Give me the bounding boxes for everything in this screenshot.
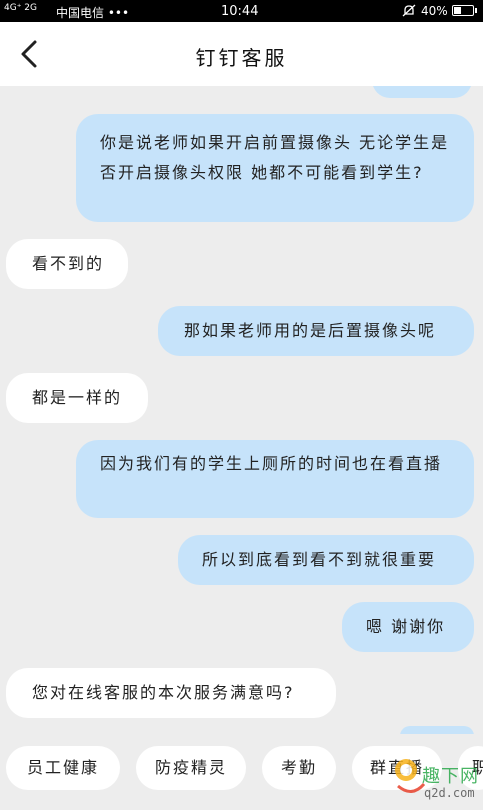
message-bubble-partial [400,726,474,734]
quick-reply-attendance[interactable]: 考勤 [262,746,336,790]
battery-icon [452,5,477,16]
message-bubble-user[interactable]: 因为我们有的学生上厕所的时间也在看直播 [76,440,474,518]
page-title: 钉钉客服 [195,46,288,70]
message-bubble-agent[interactable]: 看不到的 [6,239,128,289]
chat-thread[interactable]: 你是说老师如果开启前置摄像头 无论学生是否开启摄像头权限 她都不可能看到学生? … [0,86,483,734]
title-bar: 钉钉客服 [0,22,483,86]
message-bubble-user[interactable]: 嗯 谢谢你 [342,602,474,652]
message-bubble-user[interactable]: 你是说老师如果开启前置摄像头 无论学生是否开启摄像头权限 她都不可能看到学生? [76,114,474,222]
signal-indicator: 4G⁺ 2G [4,3,38,13]
watermark-text: 趣下网 [422,766,479,787]
status-bar: 4G⁺ 2G 中国电信 ••• 10:44 40% [0,0,483,22]
mute-icon [402,4,416,21]
quick-reply-epidemic-assistant[interactable]: 防疫精灵 [136,746,246,790]
carrier-name: 中国电信 ••• [56,6,130,20]
message-text: 因为我们有的学生上厕所的时间也在看直播 [100,454,443,473]
message-bubble-agent[interactable]: 都是一样的 [6,373,148,423]
message-bubble-user[interactable]: 所以到底看到看不到就很重要 [178,535,474,585]
clock: 10:44 [221,4,259,19]
message-text: 嗯 谢谢你 [366,617,446,636]
message-text: 都是一样的 [32,388,123,407]
watermark-url: q2d.com [424,786,475,800]
message-text: 你是说老师如果开启前置摄像头 无论学生是否开启摄像头权限 她都不可能看到学生? [100,133,450,182]
message-text: 那如果老师用的是后置摄像头呢 [184,321,437,340]
battery-percent: 40% [421,4,448,18]
watermark-logo: 趣下网 q2d.com [392,748,482,806]
message-bubble-agent[interactable]: 您对在线客服的本次服务满意吗? [6,668,336,718]
message-text: 所以到底看到看不到就很重要 [202,550,437,569]
battery-level [454,7,461,14]
message-text: 您对在线客服的本次服务满意吗? [32,683,295,702]
message-bubble-user[interactable]: 那如果老师用的是后置摄像头呢 [158,306,474,356]
quick-reply-employee-health[interactable]: 员工健康 [6,746,120,790]
message-bubble-partial [372,86,472,98]
message-text: 看不到的 [32,254,105,273]
